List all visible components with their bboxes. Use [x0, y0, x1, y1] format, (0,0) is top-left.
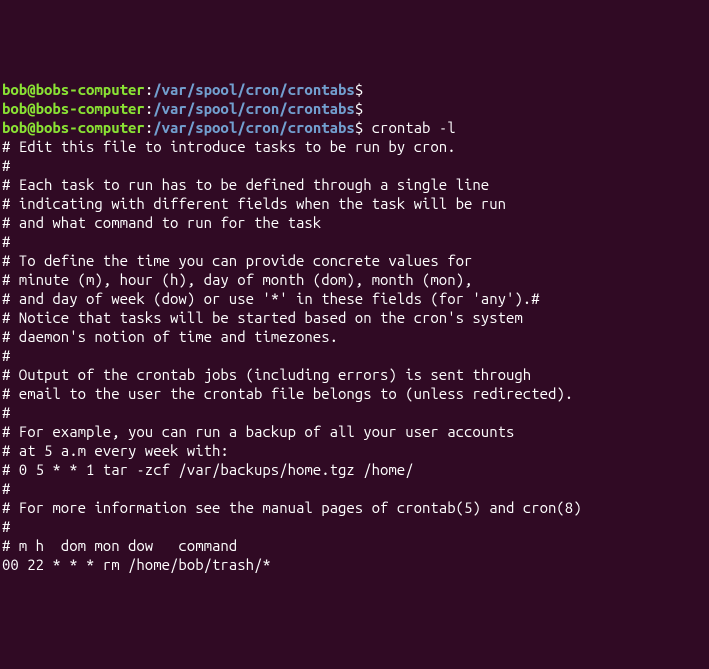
crontab-output-line: # indicating with different fields when … [2, 194, 707, 213]
prompt-sigil: $ [355, 100, 363, 117]
prompt-separator: : [145, 100, 153, 117]
crontab-output-line: # [2, 232, 707, 251]
crontab-output-line: # [2, 346, 707, 365]
crontab-output-line: # 0 5 * * 1 tar -zcf /var/backups/home.t… [2, 460, 707, 479]
crontab-output-line: # [2, 517, 707, 536]
crontab-output-line: # Output of the crontab jobs (including … [2, 365, 707, 384]
crontab-output-line: # Edit this file to introduce tasks to b… [2, 137, 707, 156]
prompt-path: /var/spool/cron/crontabs [153, 81, 355, 98]
prompt-userhost: bob@bobs-computer [2, 119, 145, 136]
crontab-output-line: # and what command to run for the task [2, 213, 707, 232]
crontab-output-line: # [2, 479, 707, 498]
crontab-output-line: # For more information see the manual pa… [2, 498, 707, 517]
crontab-output-line: # minute (m), hour (h), day of month (do… [2, 270, 707, 289]
prompt-line-3: bob@bobs-computer:/var/spool/cron/cronta… [2, 118, 707, 137]
crontab-output-line: 00 22 * * * rm /home/bob/trash/* [2, 555, 707, 574]
prompt-path: /var/spool/cron/crontabs [153, 119, 355, 136]
crontab-output-line: # [2, 403, 707, 422]
crontab-output-line: # [2, 156, 707, 175]
crontab-output-line: # Each task to run has to be defined thr… [2, 175, 707, 194]
command-crontab: crontab -l [372, 119, 456, 136]
crontab-output-line: # m h dom mon dow command [2, 536, 707, 555]
crontab-output-line: # To define the time you can provide con… [2, 251, 707, 270]
prompt-sigil: $ [355, 119, 363, 136]
prompt-separator: : [145, 81, 153, 98]
crontab-output-line: # email to the user the crontab file bel… [2, 384, 707, 403]
prompt-userhost: bob@bobs-computer [2, 100, 145, 117]
prompt-sigil: $ [355, 81, 363, 98]
prompt-line-2: bob@bobs-computer:/var/spool/cron/cronta… [2, 99, 707, 118]
crontab-output-line: # Notice that tasks will be started base… [2, 308, 707, 327]
prompt-path: /var/spool/cron/crontabs [153, 100, 355, 117]
prompt-userhost: bob@bobs-computer [2, 81, 145, 98]
crontab-output-line: # at 5 a.m every week with: [2, 441, 707, 460]
crontab-output-line: # and day of week (dow) or use '*' in th… [2, 289, 707, 308]
crontab-output-line: # daemon's notion of time and timezones. [2, 327, 707, 346]
terminal-screen[interactable]: bob@bobs-computer:/var/spool/cron/cronta… [2, 80, 707, 574]
prompt-line-1: bob@bobs-computer:/var/spool/cron/cronta… [2, 80, 707, 99]
crontab-output-line: # For example, you can run a backup of a… [2, 422, 707, 441]
prompt-separator: : [145, 119, 153, 136]
